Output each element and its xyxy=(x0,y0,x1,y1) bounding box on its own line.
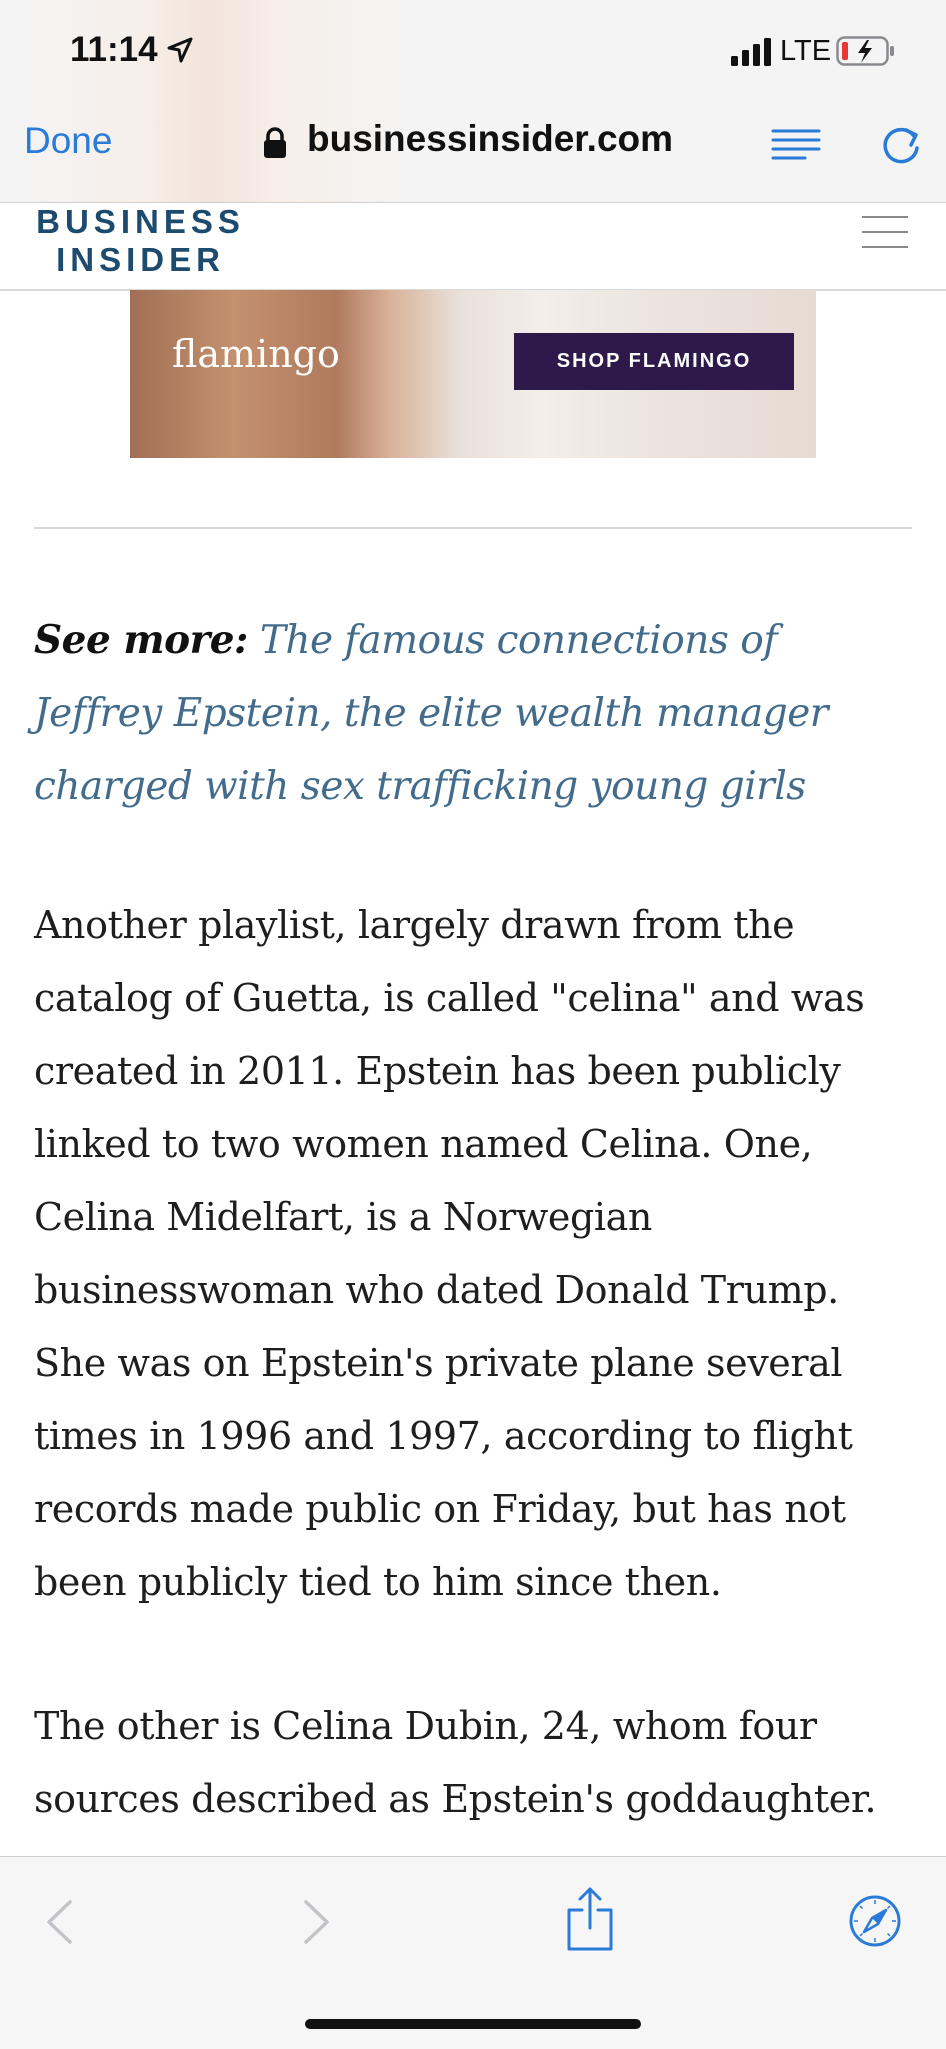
browser-top-bar: 11:14 LTE Done businessinsider.com xyxy=(0,0,946,203)
business-insider-logo[interactable]: BUSINESS INSIDER xyxy=(33,203,248,279)
reader-mode-icon[interactable] xyxy=(771,128,821,162)
status-time: 11:14 xyxy=(70,30,158,69)
ad-brand-logo: flamingo xyxy=(172,332,340,376)
see-more-block: See more: The famous connections of Jeff… xyxy=(34,604,904,823)
article-paragraph-2: The other is Celina Dubin, 24, whom four… xyxy=(34,1704,877,1821)
location-arrow-icon xyxy=(167,37,193,63)
back-arrow-icon[interactable] xyxy=(44,1899,74,1945)
shop-flamingo-button[interactable]: SHOP FLAMINGO xyxy=(514,333,794,390)
home-indicator[interactable] xyxy=(305,2019,641,2029)
signal-icon xyxy=(731,38,771,66)
site-header: BUSINESS INSIDER xyxy=(0,203,946,291)
logo-line-1: BUSINESS xyxy=(36,203,245,240)
section-divider xyxy=(34,527,912,529)
reload-icon[interactable] xyxy=(878,122,924,168)
advertisement-banner[interactable]: flamingo SHOP FLAMINGO xyxy=(130,290,816,458)
battery-charging-icon xyxy=(836,36,894,66)
url-field[interactable]: businessinsider.com xyxy=(307,118,673,160)
done-button[interactable]: Done xyxy=(24,120,112,162)
lock-icon xyxy=(264,127,286,158)
logo-line-2: INSIDER xyxy=(56,241,225,278)
forward-arrow-icon[interactable] xyxy=(302,1899,332,1945)
see-more-label: See more: xyxy=(34,617,248,663)
compass-icon[interactable] xyxy=(848,1894,902,1948)
article-paragraph-1: Another playlist, largely drawn from the… xyxy=(34,903,865,1604)
hamburger-menu-icon[interactable] xyxy=(862,215,908,249)
share-icon[interactable] xyxy=(565,1886,615,1952)
network-label: LTE xyxy=(780,35,832,67)
